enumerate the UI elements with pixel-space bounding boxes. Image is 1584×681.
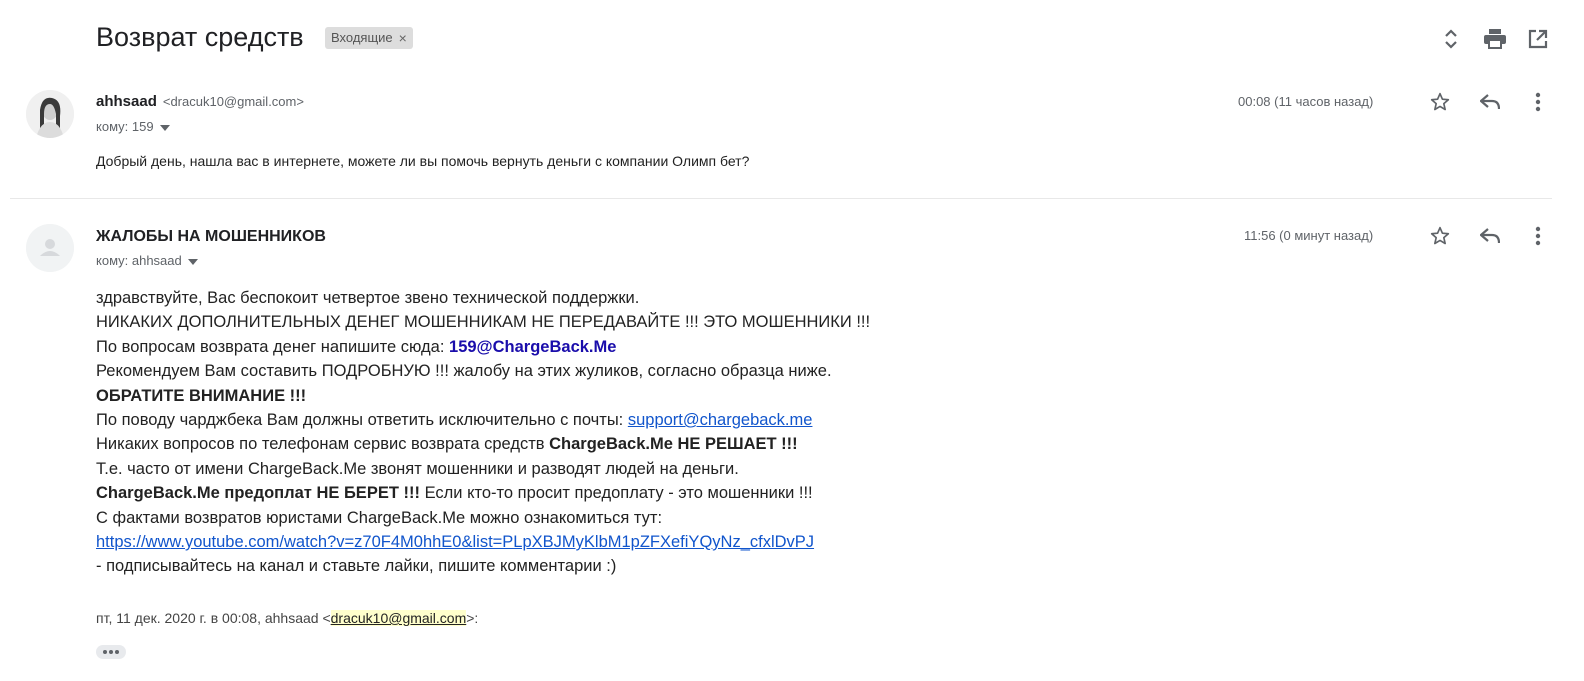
body-line: НИКАКИХ ДОПОЛНИТЕЛЬНЫХ ДЕНЕГ МОШЕННИКАМ …: [96, 313, 871, 332]
ellipsis-dot: [109, 650, 113, 654]
body-line: По поводу чарджбека Вам должны ответить …: [96, 408, 870, 432]
thread-subject: Возврат средств: [96, 22, 304, 52]
label-chip-inbox[interactable]: Входящие ×: [325, 27, 413, 49]
body-line: здравствуйте, Вас беспокоит четвертое зв…: [96, 289, 640, 307]
recipients-text: кому: ahhsaad: [96, 253, 182, 268]
body-line: Рекомендуем Вам составить ПОДРОБНУЮ !!! …: [96, 362, 832, 381]
print-icon[interactable]: [1480, 24, 1510, 54]
message-time: 11:56 (0 минут назад): [1244, 228, 1374, 243]
message-body: Добрый день, нашла вас в интернете, може…: [96, 153, 750, 169]
open-in-new-window-icon[interactable]: [1523, 24, 1553, 54]
sender-avatar[interactable]: [26, 90, 74, 138]
ellipsis-dot: [115, 650, 119, 654]
body-text-bold: ChargeBack.Me НЕ РЕШАЕТ !!!: [549, 435, 798, 454]
body-text: По поводу чарджбека Вам должны ответить …: [96, 411, 628, 430]
body-text: Никаких вопросов по телефонам сервис воз…: [96, 435, 550, 454]
quoted-header-suffix: >:: [466, 610, 479, 626]
body-line: https://www.youtube.com/watch?v=z70F4M0h…: [96, 530, 870, 554]
body-text: Если кто-то просит предоплату - это моше…: [419, 484, 813, 503]
sender-email: <dracuk10@gmail.com>: [162, 94, 304, 109]
body-text: По вопросам возврата денег напишите сюда…: [96, 337, 450, 356]
ellipsis-dot: [103, 650, 107, 654]
reply-icon[interactable]: [1477, 89, 1503, 115]
sender-name[interactable]: ЖАЛОБЫ НА МОШЕННИКОВ: [96, 228, 326, 246]
quoted-header-text: пт, 11 дек. 2020 г. в 00:08, ahhsaad <: [96, 610, 331, 626]
more-options-icon[interactable]: [1525, 223, 1551, 249]
support-email-link[interactable]: support@chargeback.me: [628, 411, 813, 429]
label-chip-text: Входящие: [331, 30, 393, 45]
body-line: Никаких вопросов по телефонам сервис воз…: [96, 432, 870, 456]
expand-collapse-icon[interactable]: [1436, 24, 1466, 54]
message-body: здравствуйте, Вас беспокоит четвертое зв…: [96, 286, 870, 579]
more-options-icon[interactable]: [1525, 89, 1551, 115]
recipients-toggle[interactable]: кому: ahhsaad: [96, 253, 198, 268]
quoted-header: пт, 11 дек. 2020 г. в 00:08, ahhsaad <dr…: [96, 610, 478, 626]
body-line: С фактами возвратов юристами ChargeBack.…: [96, 508, 663, 527]
recipients-text: кому: 159: [96, 119, 154, 134]
body-line: По вопросам возврата денег напишите сюда…: [96, 335, 870, 359]
star-icon[interactable]: [1427, 89, 1453, 115]
quoted-email-link[interactable]: dracuk10@gmail.com: [330, 610, 467, 626]
star-icon[interactable]: [1427, 223, 1453, 249]
reply-icon[interactable]: [1477, 223, 1503, 249]
body-text-bold: ChargeBack.Me предоплат НЕ БЕРЕТ !!!: [96, 484, 420, 503]
remove-label-icon[interactable]: ×: [399, 27, 407, 49]
sender-name[interactable]: ahhsaad: [96, 93, 157, 110]
body-line: ChargeBack.Me предоплат НЕ БЕРЕТ !!! Есл…: [96, 481, 870, 505]
message-divider: [10, 198, 1552, 199]
chevron-down-icon[interactable]: [159, 119, 170, 134]
body-line-bold: ОБРАТИТЕ ВНИМАНИЕ !!!: [96, 386, 307, 405]
body-line: Т.е. часто от имени ChargeBack.Me звонят…: [96, 459, 739, 478]
contact-email: 159@ChargeBack.Me: [449, 337, 617, 356]
message-time: 00:08 (11 часов назад): [1238, 94, 1374, 109]
recipients-toggle[interactable]: кому: 159: [96, 119, 170, 134]
sender-avatar-default[interactable]: [26, 224, 74, 272]
youtube-link[interactable]: https://www.youtube.com/watch?v=z70F4M0h…: [96, 533, 814, 551]
show-trimmed-content-button[interactable]: [96, 645, 126, 659]
chevron-down-icon[interactable]: [187, 253, 198, 268]
body-line: - подписывайтесь на канал и ставьте лайк…: [96, 557, 617, 576]
